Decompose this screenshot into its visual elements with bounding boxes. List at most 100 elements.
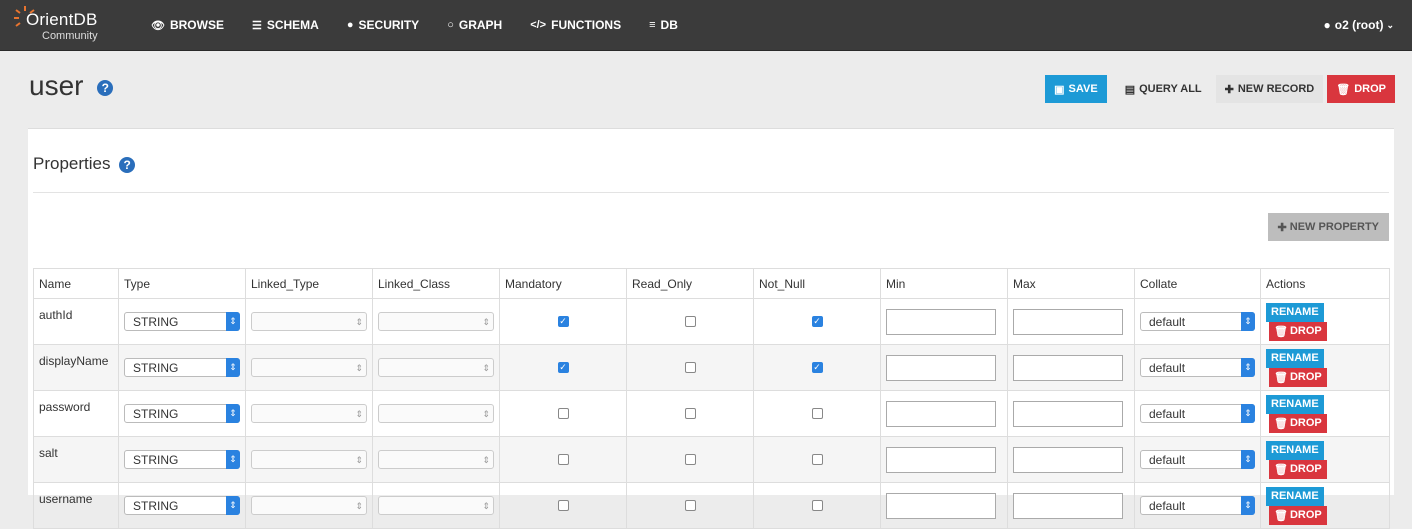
- save-label: SAVE: [1068, 83, 1098, 95]
- select-arrows-icon: ⇕: [1241, 312, 1255, 331]
- nav-graph-label: GRAPH: [458, 18, 503, 32]
- read-only-checkbox[interactable]: [684, 408, 696, 419]
- mandatory-checkbox[interactable]: ✓: [557, 362, 569, 373]
- rename-button[interactable]: RENAME: [1266, 486, 1324, 506]
- eye-icon: 👁: [151, 19, 165, 32]
- type-select[interactable]: STRING ⇕: [124, 404, 240, 423]
- type-select[interactable]: STRING ⇕: [124, 312, 240, 331]
- linked-type-select[interactable]: ⇕: [251, 450, 367, 469]
- class-name: user: [29, 70, 84, 101]
- type-value: STRING: [133, 407, 179, 421]
- type-select[interactable]: STRING ⇕: [124, 496, 240, 515]
- query-all-button[interactable]: ▤ QUERY ALL: [1115, 75, 1211, 103]
- max-input[interactable]: [1013, 308, 1123, 335]
- linked-class-select[interactable]: ⇕: [378, 450, 494, 469]
- nav-functions[interactable]: </> FUNCTIONS: [516, 0, 635, 50]
- select-arrows-icon: ⇕: [226, 450, 240, 469]
- linked-type-select[interactable]: ⇕: [251, 312, 367, 331]
- logo-text: OrientDB: [26, 10, 98, 29]
- not-null-checkbox[interactable]: [811, 500, 823, 511]
- top-navbar: OrientDB Community 👁 BROWSE ☰ SCHEMA ● SECU…: [0, 0, 1412, 51]
- col-not-null: Not_Null: [753, 268, 881, 299]
- rename-button[interactable]: RENAME: [1266, 394, 1324, 414]
- collate-select[interactable]: default ⇕: [1140, 450, 1255, 469]
- col-name: Name: [33, 268, 119, 299]
- linked-type-select[interactable]: ⇕: [251, 358, 367, 377]
- read-only-checkbox[interactable]: [684, 316, 696, 327]
- new-property-label: NEW PROPERTY: [1289, 221, 1379, 233]
- min-input[interactable]: [886, 308, 996, 335]
- nav-graph[interactable]: ○ GRAPH: [433, 0, 516, 50]
- max-input[interactable]: [1013, 400, 1123, 427]
- select-arrows-icon: ⇕: [355, 409, 363, 419]
- mandatory-checkbox[interactable]: [557, 500, 569, 511]
- select-arrows-icon: ⇕: [482, 363, 490, 373]
- col-type: Type: [118, 268, 246, 299]
- rename-button[interactable]: RENAME: [1266, 440, 1324, 460]
- rename-button[interactable]: RENAME: [1266, 348, 1324, 368]
- not-null-checkbox[interactable]: [811, 408, 823, 419]
- linked-type-select[interactable]: ⇕: [251, 496, 367, 515]
- select-arrows-icon: ⇕: [226, 358, 240, 377]
- user-label: o2 (root): [1334, 18, 1384, 32]
- min-input[interactable]: [886, 492, 996, 519]
- collate-select[interactable]: default ⇕: [1140, 312, 1255, 331]
- trash-icon: 🗑: [1336, 83, 1351, 96]
- type-value: STRING: [133, 499, 179, 513]
- read-only-checkbox[interactable]: [684, 500, 696, 511]
- new-record-button[interactable]: ✚ NEW RECORD: [1215, 75, 1324, 103]
- col-actions: Actions: [1260, 268, 1390, 299]
- linked-class-select[interactable]: ⇕: [378, 358, 494, 377]
- save-button[interactable]: ▣ SAVE: [1045, 75, 1107, 103]
- mandatory-checkbox[interactable]: ✓: [557, 316, 569, 327]
- read-only-checkbox[interactable]: [684, 362, 696, 373]
- drop-property-button[interactable]: 🗑 DROP: [1269, 321, 1327, 341]
- nav-security[interactable]: ● SECURITY: [333, 0, 433, 50]
- new-property-button[interactable]: ✚ NEW PROPERTY: [1267, 213, 1389, 241]
- drop-property-button[interactable]: 🗑 DROP: [1269, 413, 1327, 433]
- user-menu[interactable]: ● o2 (root) ⌄: [1324, 0, 1394, 50]
- help-icon[interactable]: ?: [119, 156, 136, 173]
- help-icon[interactable]: ?: [97, 79, 114, 96]
- max-input[interactable]: [1013, 354, 1123, 381]
- orientdb-logo[interactable]: OrientDB Community: [12, 0, 122, 50]
- linked-class-select[interactable]: ⇕: [378, 312, 494, 331]
- code-icon: </>: [530, 19, 547, 31]
- nav-schema[interactable]: ☰ SCHEMA: [238, 0, 333, 50]
- drop-class-button[interactable]: 🗑 DROP: [1327, 75, 1395, 103]
- list-icon: ☰: [251, 19, 262, 32]
- drop-property-button[interactable]: 🗑 DROP: [1269, 459, 1327, 479]
- nav-browse[interactable]: 👁 BROWSE: [137, 0, 238, 50]
- drop-label: DROP: [1289, 463, 1322, 475]
- type-select[interactable]: STRING ⇕: [124, 450, 240, 469]
- linked-class-select[interactable]: ⇕: [378, 404, 494, 423]
- not-null-checkbox[interactable]: ✓: [811, 316, 823, 327]
- property-name: salt: [33, 436, 119, 483]
- linked-class-select[interactable]: ⇕: [378, 496, 494, 515]
- read-only-checkbox[interactable]: [684, 454, 696, 465]
- max-input[interactable]: [1013, 492, 1123, 519]
- type-select[interactable]: STRING ⇕: [124, 358, 240, 377]
- collate-value: default: [1149, 361, 1186, 375]
- not-null-checkbox[interactable]: ✓: [811, 362, 823, 373]
- min-input[interactable]: [886, 354, 996, 381]
- drop-property-button[interactable]: 🗑 DROP: [1269, 367, 1327, 387]
- not-null-checkbox[interactable]: [811, 454, 823, 465]
- nav-db[interactable]: ≡ DB: [635, 0, 692, 50]
- drop-property-button[interactable]: 🗑 DROP: [1269, 505, 1327, 525]
- rename-button[interactable]: RENAME: [1266, 302, 1324, 322]
- select-arrows-icon: ⇕: [482, 409, 490, 419]
- collate-select[interactable]: default ⇕: [1140, 496, 1255, 515]
- linked-type-select[interactable]: ⇕: [251, 404, 367, 423]
- collate-select[interactable]: default ⇕: [1140, 404, 1255, 423]
- min-input[interactable]: [886, 400, 996, 427]
- mandatory-checkbox[interactable]: [557, 454, 569, 465]
- trash-icon: 🗑: [1274, 371, 1288, 384]
- col-read-only: Read_Only: [626, 268, 754, 299]
- mandatory-checkbox[interactable]: [557, 408, 569, 419]
- page-title: user ?: [29, 70, 114, 102]
- chevron-down-icon: ⌄: [1386, 19, 1394, 30]
- collate-select[interactable]: default ⇕: [1140, 358, 1255, 377]
- min-input[interactable]: [886, 446, 996, 473]
- max-input[interactable]: [1013, 446, 1123, 473]
